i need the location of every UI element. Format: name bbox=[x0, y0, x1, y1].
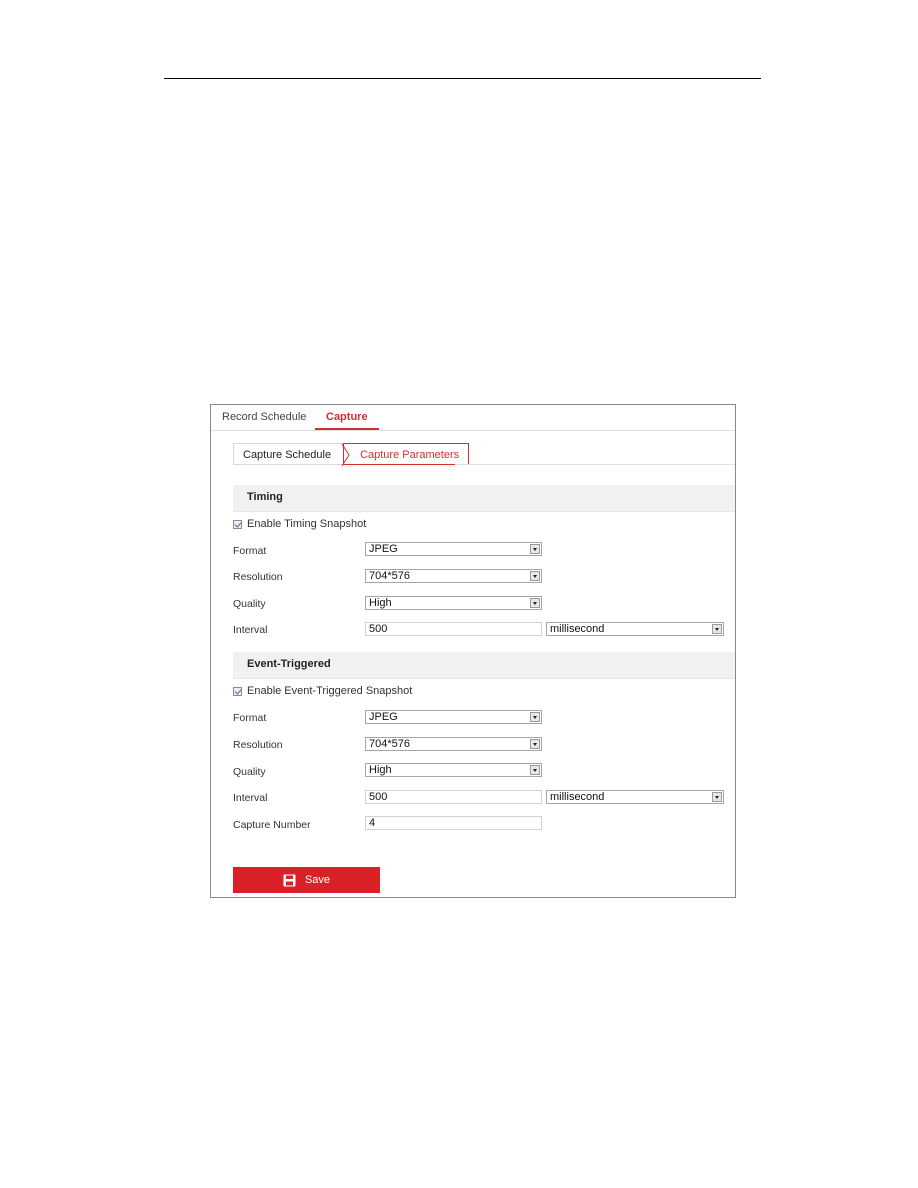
select-value: 704*576 bbox=[369, 738, 410, 750]
dropdown-arrow-icon bbox=[712, 792, 722, 802]
event-triggered-section-header: Event-Triggered bbox=[233, 652, 735, 679]
select-value: 704*576 bbox=[369, 570, 410, 582]
dropdown-arrow-icon bbox=[530, 739, 540, 749]
enable-event-snapshot-row: Enable Event-Triggered Snapshot bbox=[233, 685, 412, 697]
dropdown-arrow-icon bbox=[530, 598, 540, 608]
timing-resolution-label: Resolution bbox=[233, 571, 283, 583]
event-quality-label: Quality bbox=[233, 766, 266, 778]
enable-timing-snapshot-checkbox[interactable] bbox=[233, 519, 242, 529]
subtabs: Capture Schedule Capture Parameters bbox=[233, 443, 470, 466]
event-resolution-label: Resolution bbox=[233, 739, 283, 751]
capture-settings-panel: Record Schedule Capture Capture Schedule… bbox=[210, 404, 736, 898]
event-resolution-select[interactable]: 704*576 bbox=[365, 737, 542, 751]
checkbox-label: Enable Event-Triggered Snapshot bbox=[247, 685, 413, 697]
tab-capture[interactable]: Capture bbox=[315, 405, 379, 430]
enable-event-snapshot-checkbox[interactable] bbox=[233, 686, 242, 696]
dropdown-arrow-icon bbox=[712, 624, 722, 634]
timing-quality-label: Quality bbox=[233, 598, 266, 610]
tab-record-schedule[interactable]: Record Schedule bbox=[222, 411, 306, 423]
save-label: Save bbox=[304, 874, 331, 886]
timing-resolution-select[interactable]: 704*576 bbox=[365, 569, 542, 583]
dropdown-arrow-icon bbox=[530, 712, 540, 722]
select-value: High bbox=[369, 597, 392, 609]
event-quality-select[interactable]: High bbox=[365, 763, 542, 777]
timing-interval-label: Interval bbox=[233, 624, 268, 636]
dropdown-arrow-icon bbox=[530, 544, 540, 554]
timing-interval-input[interactable]: 500 bbox=[365, 622, 542, 636]
subtab-capture-parameters[interactable]: Capture Parameters bbox=[341, 443, 470, 466]
main-tabs: Record Schedule Capture bbox=[211, 405, 735, 431]
timing-format-label: Format bbox=[233, 545, 267, 557]
event-interval-input[interactable]: 500 bbox=[365, 790, 542, 804]
subtab-label: Capture Parameters bbox=[360, 449, 460, 461]
capture-number-input[interactable]: 4 bbox=[365, 816, 542, 830]
event-format-label: Format bbox=[233, 712, 267, 724]
dropdown-arrow-icon bbox=[530, 765, 540, 775]
select-value: JPEG bbox=[369, 543, 398, 555]
timing-format-select[interactable]: JPEG bbox=[365, 542, 542, 556]
dropdown-arrow-icon bbox=[530, 571, 540, 581]
select-value: millisecond bbox=[550, 791, 605, 803]
page-header-rule bbox=[164, 78, 761, 79]
subtabs-divider bbox=[455, 464, 735, 465]
save-disk-icon bbox=[283, 874, 296, 886]
save-button[interactable]: Save bbox=[233, 867, 380, 893]
select-value: JPEG bbox=[369, 711, 398, 723]
timing-interval-unit-select[interactable]: millisecond bbox=[546, 622, 724, 636]
select-value: millisecond bbox=[550, 623, 605, 635]
event-format-select[interactable]: JPEG bbox=[365, 710, 542, 724]
section-title: Event-Triggered bbox=[247, 658, 331, 670]
event-interval-label: Interval bbox=[233, 792, 268, 804]
section-title: Timing bbox=[247, 491, 283, 503]
capture-number-label: Capture Number bbox=[233, 819, 311, 831]
subtab-capture-schedule[interactable]: Capture Schedule bbox=[233, 443, 344, 465]
chevron-right-icon bbox=[341, 444, 350, 466]
event-interval-unit-select[interactable]: millisecond bbox=[546, 790, 724, 804]
select-value: High bbox=[369, 764, 392, 776]
timing-quality-select[interactable]: High bbox=[365, 596, 542, 610]
timing-section-header: Timing bbox=[233, 485, 735, 512]
subtab-label: Capture Schedule bbox=[243, 449, 332, 461]
checkbox-label: Enable Timing Snapshot bbox=[247, 518, 367, 530]
enable-timing-snapshot-row: Enable Timing Snapshot bbox=[233, 518, 366, 530]
